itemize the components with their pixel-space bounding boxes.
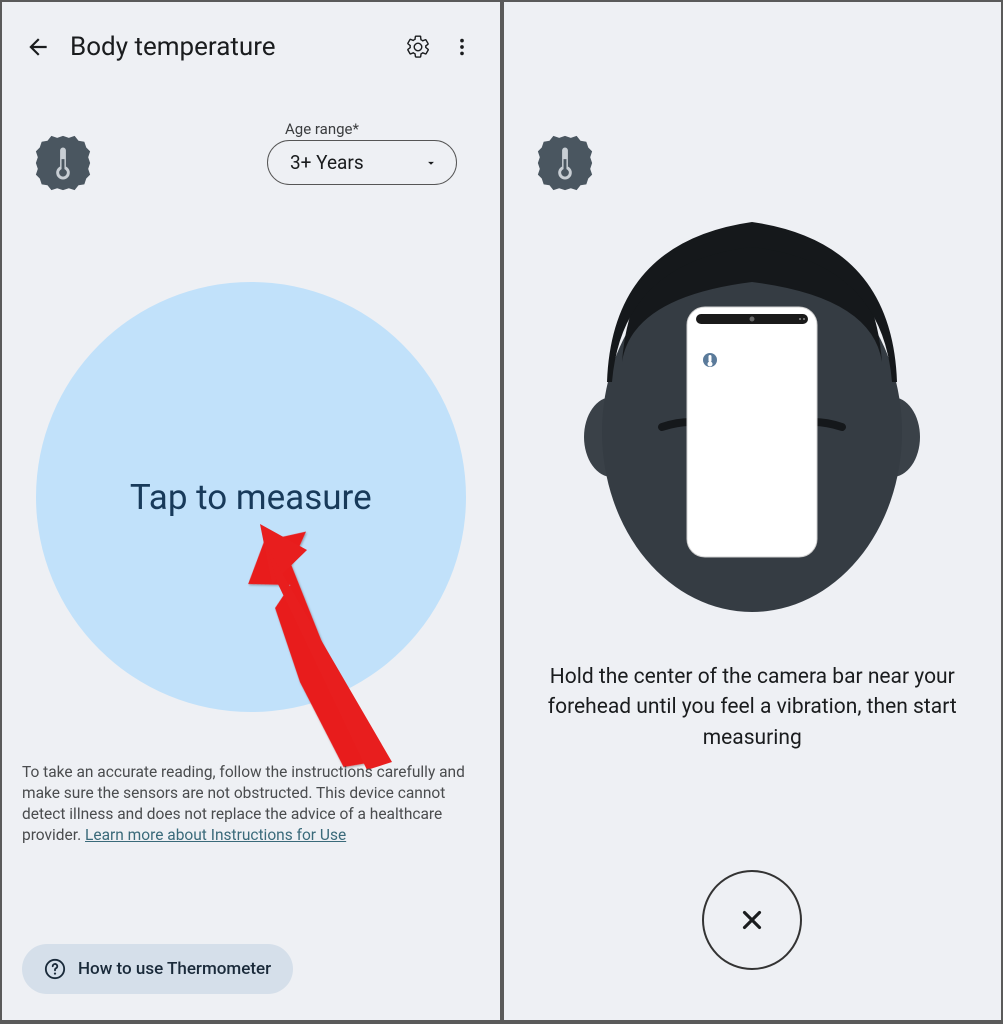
- instructions-link[interactable]: Learn more about Instructions for Use: [85, 826, 346, 844]
- instruction-text: Hold the center of the camera bar near y…: [534, 662, 972, 753]
- disclaimer-text: To take an accurate reading, follow the …: [22, 762, 480, 846]
- age-range-label: Age range*: [285, 120, 457, 138]
- screen-measure: Body temperature Age range* 3+ Years: [2, 2, 500, 1020]
- measure-label: Tap to measure: [130, 477, 372, 518]
- howto-label: How to use Thermometer: [78, 959, 271, 979]
- age-range-dropdown[interactable]: 3+ Years: [267, 140, 457, 185]
- gear-icon: [405, 34, 431, 60]
- back-button[interactable]: [18, 27, 58, 67]
- thermometer-badge: [32, 132, 94, 194]
- settings-button[interactable]: [396, 25, 440, 69]
- age-range-value: 3+ Years: [290, 151, 364, 174]
- more-vert-icon: [451, 36, 473, 58]
- close-icon: [737, 905, 767, 935]
- how-to-use-button[interactable]: How to use Thermometer: [22, 944, 293, 994]
- app-header: Body temperature: [2, 2, 500, 72]
- more-button[interactable]: [440, 25, 484, 69]
- thermometer-badge: [534, 132, 596, 194]
- forehead-instruction-illustration: [552, 202, 952, 622]
- age-range-field: Age range* 3+ Years: [267, 120, 457, 185]
- close-button[interactable]: [702, 870, 802, 970]
- help-icon: [44, 958, 66, 980]
- thermometer-icon: [534, 132, 596, 194]
- thermometer-icon: [32, 132, 94, 194]
- tap-to-measure-button[interactable]: Tap to measure: [36, 282, 466, 712]
- chevron-down-icon: [424, 156, 438, 170]
- screen-instruction: Hold the center of the camera bar near y…: [504, 2, 1002, 1020]
- arrow-back-icon: [25, 34, 51, 60]
- page-title: Body temperature: [70, 32, 396, 62]
